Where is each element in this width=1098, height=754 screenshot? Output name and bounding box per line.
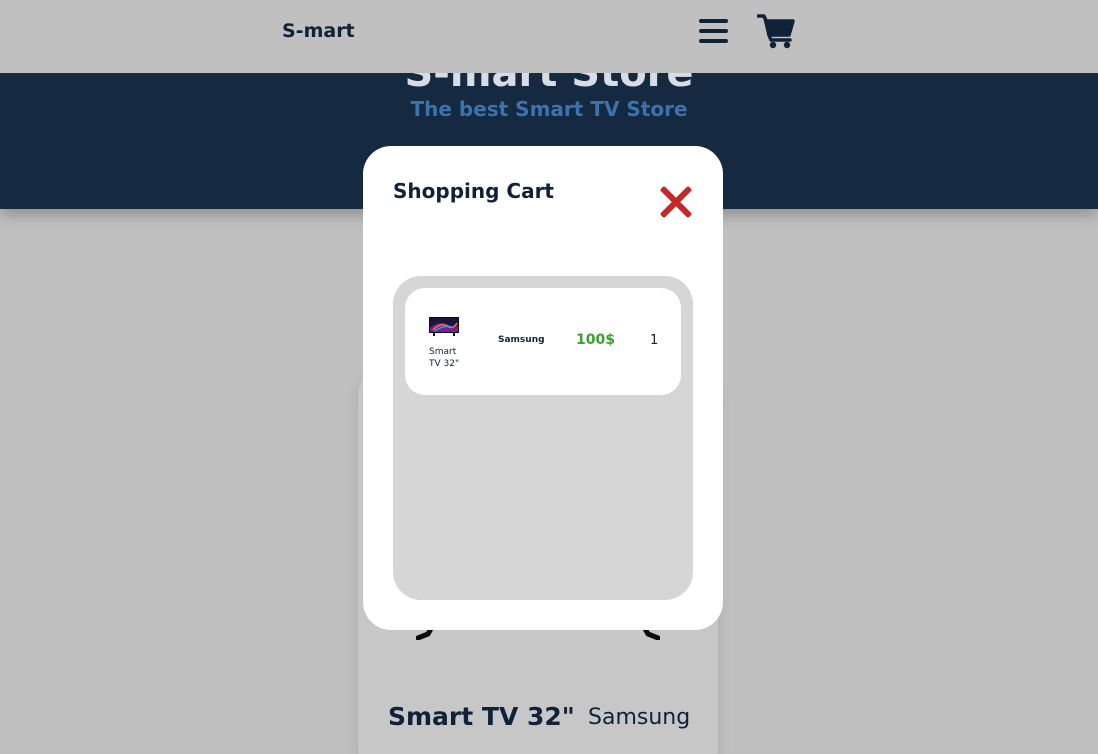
shopping-cart-modal: Shopping Cart Smart TV 32" Samsung 100$ — [363, 146, 723, 630]
cart-item-quantity: 1 — [650, 333, 659, 348]
menu-icon-bar — [699, 29, 728, 33]
brand-logo[interactable]: S-mart — [282, 20, 355, 42]
hero-title: S-mart Store — [404, 73, 694, 96]
cart-item-price: 100$ — [576, 332, 615, 348]
modal-title: Shopping Cart — [393, 179, 554, 203]
tv-thumbnail-icon — [429, 317, 459, 336]
product-brand: Samsung — [588, 705, 691, 730]
cart-item-name: Smart TV 32" — [429, 347, 460, 369]
product-name: Smart TV 32" — [388, 702, 575, 731]
cart-item-list: Smart TV 32" Samsung 100$ 1 — [393, 276, 693, 600]
menu-icon[interactable] — [699, 17, 729, 45]
navbar: S-mart — [0, 0, 1098, 73]
cart-item[interactable]: Smart TV 32" Samsung 100$ 1 — [405, 288, 681, 395]
cart-item-brand: Samsung — [498, 335, 545, 345]
page: S-mart S-mart Store The best Smart TV St… — [0, 0, 1098, 754]
menu-icon-bar — [699, 39, 728, 43]
cart-icon-graphic — [756, 14, 795, 49]
close-icon[interactable] — [659, 185, 693, 219]
hero-subtitle: The best Smart TV Store — [410, 97, 688, 121]
menu-icon-bar — [699, 19, 728, 23]
cart-icon[interactable] — [756, 13, 795, 49]
